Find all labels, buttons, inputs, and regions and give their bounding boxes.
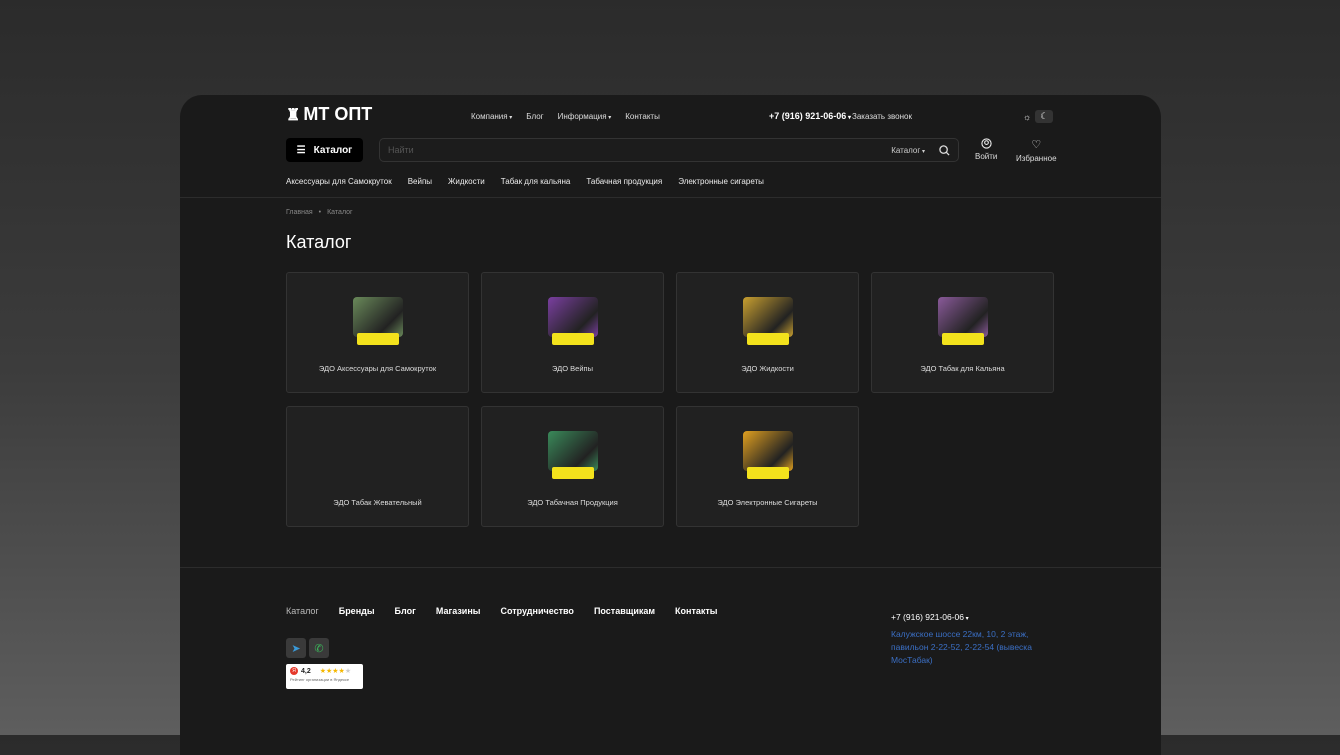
nav-company[interactable]: Компания <box>471 112 512 121</box>
heart-icon: ♡ <box>1031 139 1042 151</box>
honest-sign-badge <box>551 333 594 345</box>
nav-contacts[interactable]: Контакты <box>625 112 660 121</box>
breadcrumb: Главная • Каталог <box>286 209 353 216</box>
yandex-rating-badge[interactable]: Я 4,2 ★★★★★ Рейтинг организации в Яндексе <box>286 664 363 689</box>
catnav-item[interactable]: Жидкости <box>448 177 485 186</box>
category-card[interactable]: ЭДО Жидкости <box>676 272 859 393</box>
footer-link[interactable]: Каталог <box>286 606 319 616</box>
rating-stars: ★★★★★ <box>319 668 352 675</box>
category-nav: Аксессуары для Самокруток Вейпы Жидкости… <box>286 177 764 186</box>
footer-link[interactable]: Контакты <box>675 606 717 616</box>
category-label: ЭДО Аксессуары для Самокруток <box>318 364 437 373</box>
category-label: ЭДО Табачная Продукция <box>527 498 618 507</box>
yandex-icon: Я <box>290 667 298 675</box>
category-image <box>737 429 799 485</box>
category-image <box>932 295 994 351</box>
category-card[interactable]: ЭДО Табак для Кальяна <box>871 272 1054 393</box>
footer-link[interactable]: Магазины <box>436 606 481 616</box>
category-card[interactable]: ЭДО Табачная Продукция <box>481 406 664 527</box>
theme-toggle[interactable]: ☼ ☾ <box>1023 110 1054 123</box>
honest-sign-badge <box>746 467 789 479</box>
login-button[interactable]: Войти <box>975 138 997 161</box>
honest-sign-badge <box>941 333 984 345</box>
catnav-item[interactable]: Вейпы <box>408 177 432 186</box>
category-card[interactable]: ЭДО Электронные Сигареты <box>676 406 859 527</box>
footer-phone[interactable]: +7 (916) 921-06-06 <box>891 612 969 622</box>
footer-address[interactable]: Калужское шоссе 22км, 10, 2 этаж, павиль… <box>891 628 1051 667</box>
category-image <box>542 295 604 351</box>
search-input[interactable]: Найти <box>388 145 891 155</box>
category-card[interactable]: ЭДО Табак Жевательный <box>286 406 469 527</box>
footer-link[interactable]: Блог <box>395 606 416 616</box>
top-nav: Компания Блог Информация Контакты <box>471 112 660 121</box>
category-image <box>347 429 409 485</box>
category-card[interactable]: ЭДО Аксессуары для Самокруток <box>286 272 469 393</box>
search-scope-select[interactable]: Каталог <box>891 146 925 155</box>
header-phone[interactable]: +7 (916) 921-06-06 <box>769 111 851 121</box>
user-icon <box>981 138 992 149</box>
category-image <box>542 429 604 485</box>
catnav-item[interactable]: Электронные сигареты <box>678 177 764 186</box>
category-image <box>737 295 799 351</box>
tower-icon: ♜ <box>286 106 301 124</box>
category-label: ЭДО Табак Жевательный <box>333 498 422 507</box>
catalog-button[interactable]: ☰ Каталог <box>286 138 363 162</box>
divider <box>180 197 1161 198</box>
category-label: ЭДО Табак для Кальяна <box>920 364 1005 373</box>
crumb-current: Каталог <box>327 209 353 216</box>
search-icon[interactable] <box>939 144 950 156</box>
category-label: ЭДО Электронные Сигареты <box>717 498 818 507</box>
honest-sign-badge <box>356 333 399 345</box>
nav-blog[interactable]: Блог <box>526 112 543 121</box>
category-label: ЭДО Жидкости <box>741 364 794 373</box>
logo[interactable]: ♜ МТ ОПТ <box>286 104 372 125</box>
page-panel: ♜МТ ОПТ Компания Блог Информация Контакт… <box>180 95 1161 755</box>
category-image <box>347 295 409 351</box>
list-icon: ☰ <box>296 144 306 156</box>
catnav-item[interactable]: Аксессуары для Самокруток <box>286 177 392 186</box>
catnav-item[interactable]: Табачная продукция <box>586 177 662 186</box>
footer-nav: Каталог Бренды Блог Магазины Сотрудничес… <box>286 606 717 616</box>
category-card[interactable]: ЭДО Вейпы <box>481 272 664 393</box>
favorites-button[interactable]: ♡ Избранное <box>1016 138 1057 163</box>
footer-divider <box>180 567 1161 568</box>
telegram-icon[interactable]: ➤ <box>286 638 306 658</box>
honest-sign-badge <box>551 467 594 479</box>
whatsapp-icon[interactable]: ✆ <box>309 638 329 658</box>
footer-link[interactable]: Бренды <box>339 606 375 616</box>
sun-icon[interactable]: ☼ <box>1023 112 1031 122</box>
search-bar[interactable]: Найти Каталог <box>379 138 959 162</box>
catnav-item[interactable]: Табак для кальяна <box>501 177 571 186</box>
nav-info[interactable]: Информация <box>558 112 612 121</box>
footer-link[interactable]: Сотрудничество <box>500 606 573 616</box>
category-label: ЭДО Вейпы <box>552 364 593 373</box>
crumb-home[interactable]: Главная <box>286 209 313 216</box>
honest-sign-badge <box>746 333 789 345</box>
moon-icon[interactable]: ☾ <box>1035 110 1054 123</box>
footer-link[interactable]: Поставщикам <box>594 606 655 616</box>
page-title: Каталог <box>286 232 352 252</box>
callback-link[interactable]: Заказать звонок <box>852 112 912 121</box>
